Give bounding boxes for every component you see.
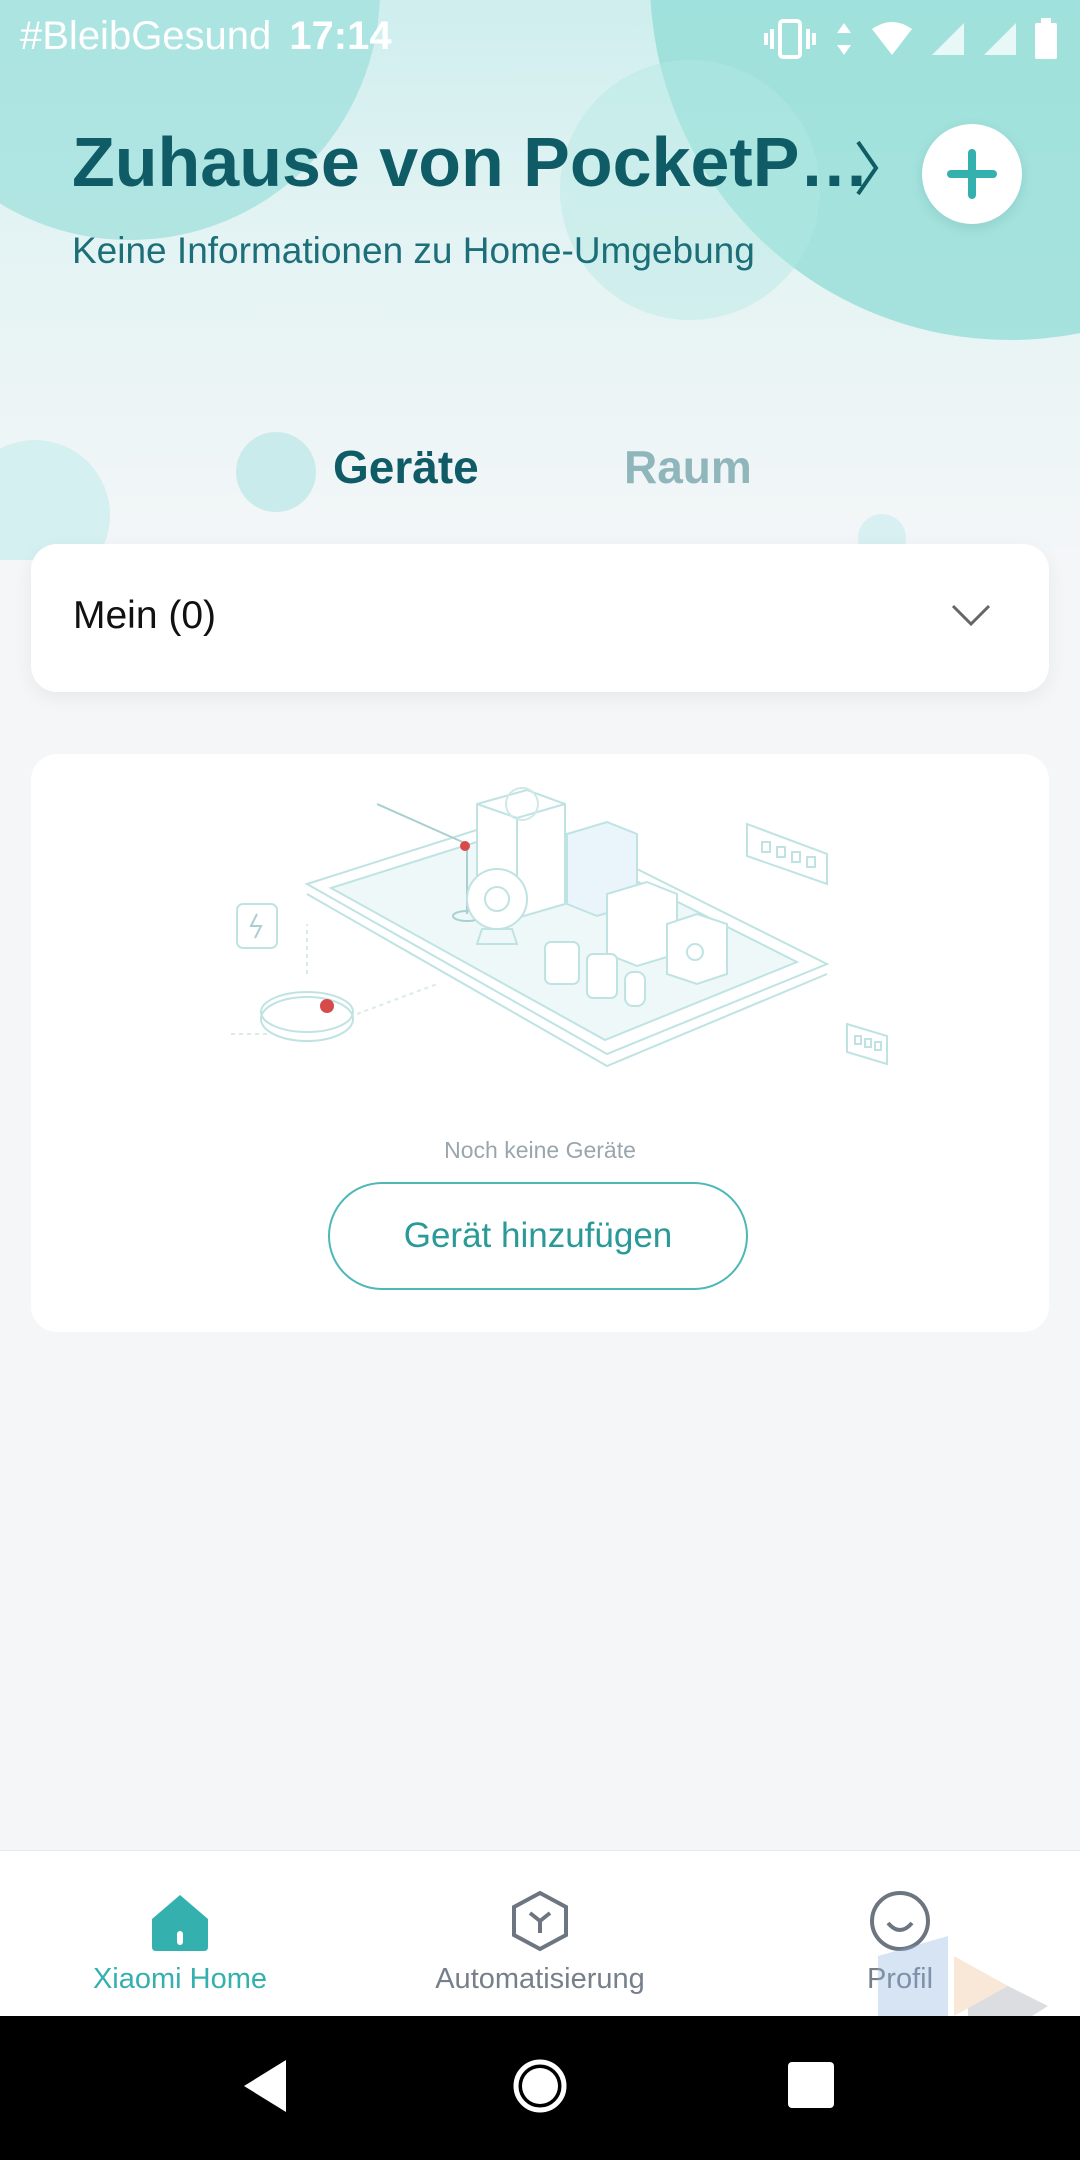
automation-icon xyxy=(508,1889,572,1958)
signal-icon xyxy=(930,21,966,67)
wifi-icon xyxy=(870,21,914,67)
system-navigation-bar xyxy=(0,2016,1080,2160)
smart-devices-illustration xyxy=(227,774,927,1119)
nav-label: Automatisierung xyxy=(435,1963,645,1995)
tab-devices[interactable]: Geräte xyxy=(333,440,479,494)
home-circle-icon[interactable] xyxy=(510,2056,570,2121)
data-arrows-icon xyxy=(834,19,854,69)
tab-room[interactable]: Raum xyxy=(624,440,752,494)
nav-automation[interactable]: Automatisierung xyxy=(360,1851,720,2017)
header-background xyxy=(0,0,1080,560)
plus-icon xyxy=(947,149,997,199)
vibrate-icon xyxy=(762,19,818,69)
nav-label: Xiaomi Home xyxy=(92,1963,268,1995)
empty-state-card: Noch keine Geräte Gerät hinzufügen xyxy=(31,754,1049,1332)
status-bar: #BleibGesund 17:14 xyxy=(0,0,1080,72)
decor-bubble xyxy=(236,432,316,512)
nav-xiaomi-home[interactable]: Xiaomi Home xyxy=(0,1851,360,2017)
add-button[interactable] xyxy=(922,124,1022,224)
status-time: 17:14 xyxy=(289,14,392,58)
group-selector-label: Mein (0) xyxy=(73,594,217,637)
recents-icon[interactable] xyxy=(786,2056,836,2121)
empty-state-message: Noch keine Geräte xyxy=(444,1137,636,1163)
battery-icon xyxy=(1034,18,1058,70)
status-carrier-text: #BleibGesund xyxy=(20,14,272,58)
signal-icon xyxy=(982,21,1018,67)
decor-bubble xyxy=(0,440,110,560)
home-subtitle: Keine Informationen zu Home-Umgebung xyxy=(72,230,755,271)
group-selector[interactable]: Mein (0) xyxy=(31,544,1049,692)
home-icon xyxy=(148,1889,212,1958)
home-title[interactable]: Zuhause von PocketP… xyxy=(72,122,869,202)
back-icon[interactable] xyxy=(240,2056,290,2121)
chevron-right-icon[interactable] xyxy=(848,136,888,200)
chevron-down-icon xyxy=(951,602,991,635)
add-device-button[interactable]: Gerät hinzufügen xyxy=(328,1182,748,1290)
